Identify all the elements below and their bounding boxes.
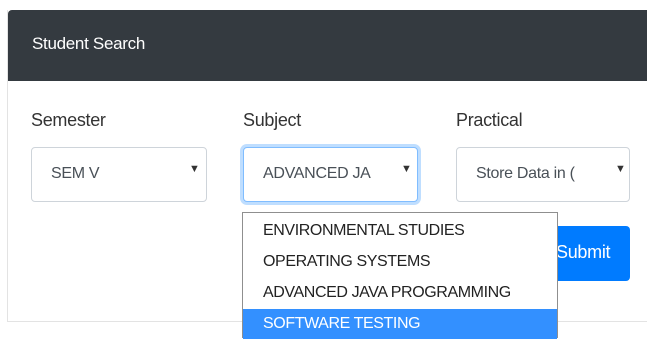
subject-select[interactable]: ADVANCED JA ▼	[243, 147, 418, 202]
subject-label: Subject	[243, 110, 301, 130]
dropdown-option[interactable]: ENVIRONMENTAL STUDIES	[243, 216, 557, 246]
semester-select[interactable]: SEM V ▼	[31, 147, 207, 202]
chevron-down-icon: ▼	[615, 163, 626, 175]
subject-value: ADVANCED JA	[263, 165, 371, 182]
submit-button[interactable]: Submit	[546, 226, 630, 281]
chevron-down-icon: ▼	[189, 163, 200, 175]
practical-select[interactable]: Store Data in ( ▼	[456, 147, 630, 202]
semester-value: SEM V	[51, 165, 100, 182]
submit-label: Submit	[556, 242, 611, 262]
semester-label: Semester	[31, 110, 106, 130]
practical-value: Store Data in (	[476, 165, 575, 182]
dropdown-option[interactable]: OPERATING SYSTEMS	[243, 247, 557, 277]
dropdown-option[interactable]: ADVANCED JAVA PROGRAMMING	[243, 278, 557, 308]
subject-dropdown-list: ENVIRONMENTAL STUDIES OPERATING SYSTEMS …	[242, 212, 558, 339]
card-title: Student Search	[32, 34, 145, 53]
dropdown-option-highlighted[interactable]: SOFTWARE TESTING	[243, 309, 557, 339]
practical-label: Practical	[456, 110, 523, 130]
chevron-down-icon: ▼	[401, 163, 412, 175]
card-header: Student Search	[8, 10, 647, 81]
